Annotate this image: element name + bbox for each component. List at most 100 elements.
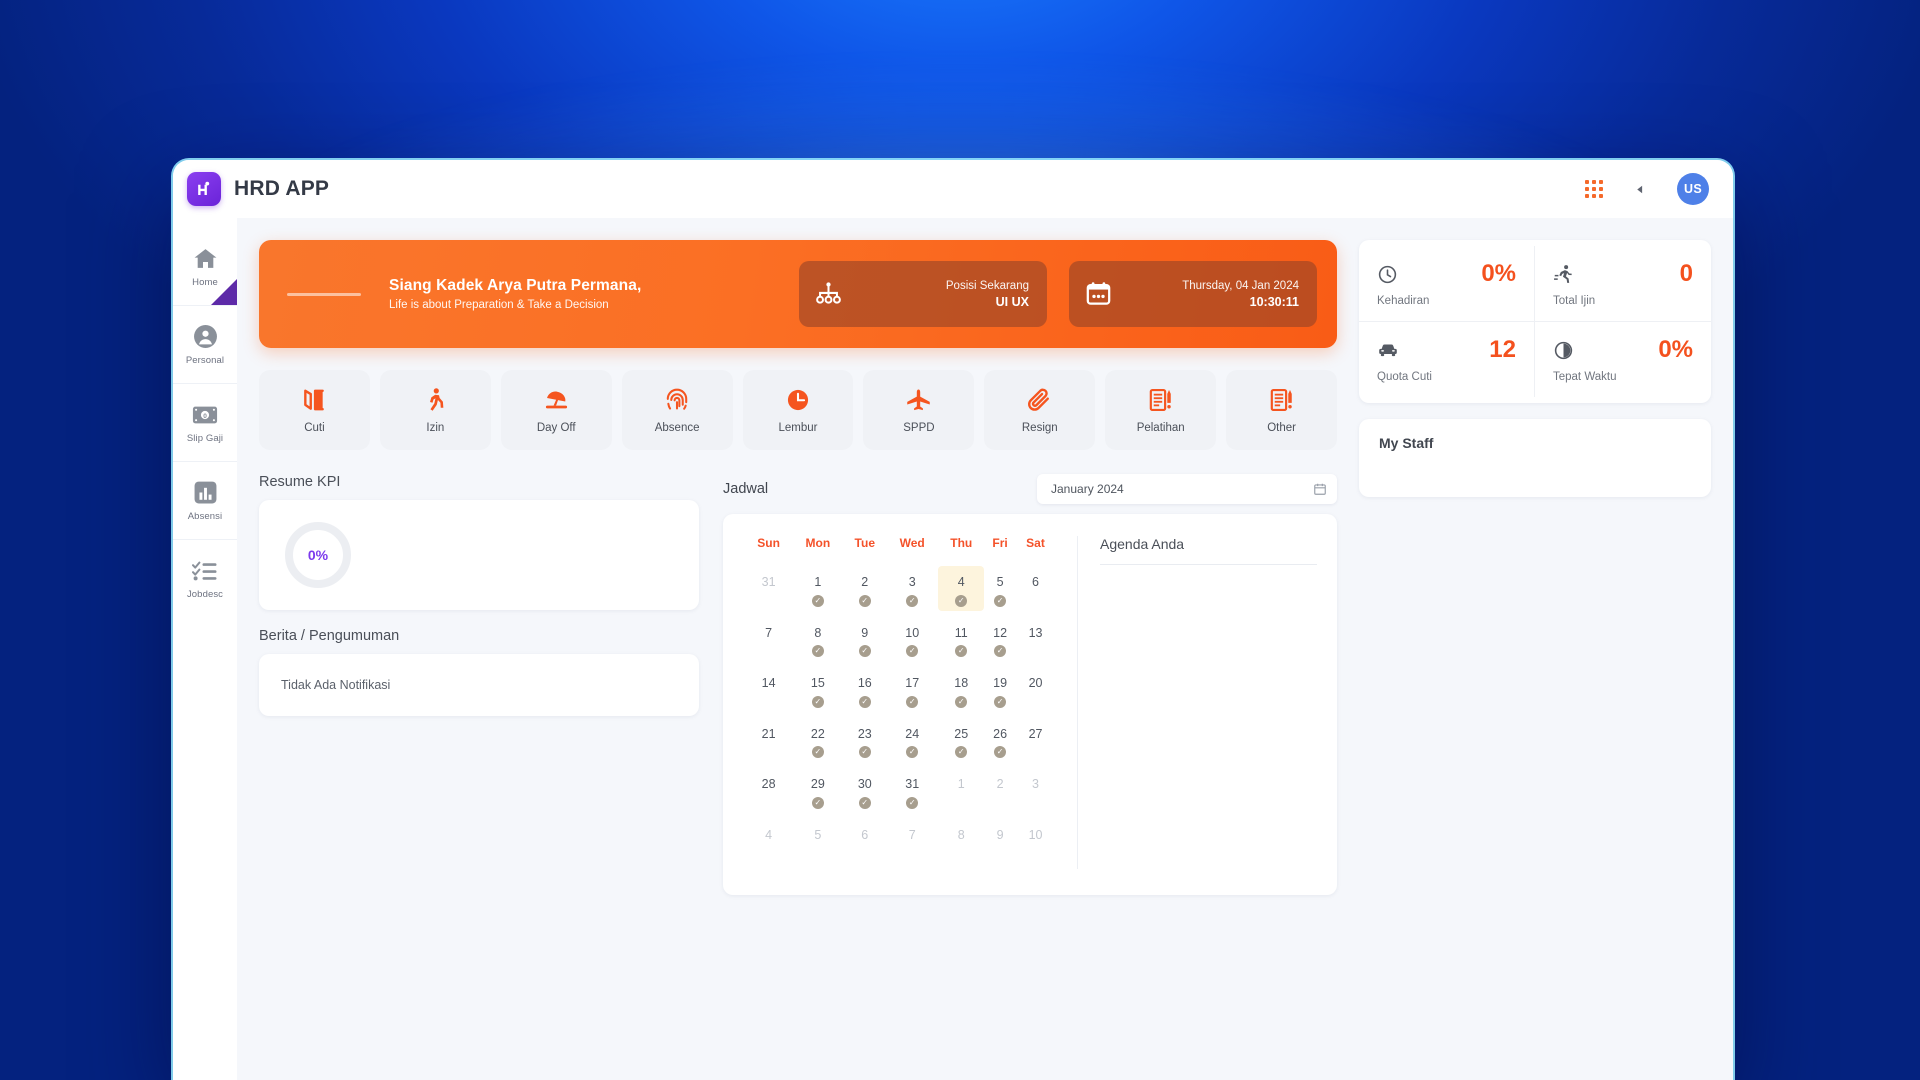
calendar-day-cell[interactable]: 14✓ [745, 667, 792, 718]
action-day-off[interactable]: Day Off [500, 370, 612, 450]
calendar-day-cell[interactable]: 5✓ [792, 819, 843, 870]
calendar-week-row: 14✓ 15 ✓ 16 ✓ 17 ✓ 18 ✓ 19 ✓ 20✓ [745, 667, 1055, 718]
calendar-day-cell[interactable]: 10✓ [1016, 819, 1055, 870]
action-cuti[interactable]: Cuti [259, 370, 370, 450]
sidebar-item-label: Absensi [187, 510, 223, 522]
calendar-day-number: 9 [996, 827, 1004, 842]
calendar-day-cell[interactable]: 12 ✓ [984, 617, 1016, 668]
calendar-day-cell[interactable]: 8✓ [938, 819, 984, 870]
calendar-day-number: 6 [861, 827, 869, 842]
calendar-day-cell[interactable]: 25 ✓ [938, 718, 984, 769]
calendar-day-number: 3 [908, 575, 916, 589]
calendar-day-cell[interactable]: 24 ✓ [886, 718, 938, 769]
calendar-day-cell[interactable]: 22 ✓ [792, 718, 843, 769]
calendar-day-cell[interactable]: 2✓ [844, 566, 887, 617]
calendar-day-cell[interactable]: 23 ✓ [844, 718, 887, 769]
action-other[interactable]: Other [1226, 370, 1338, 450]
calendar-day-cell[interactable]: 6✓ [1016, 566, 1055, 617]
calendar-day-cell[interactable]: 31 ✓ [886, 768, 938, 819]
calendar-day-cell[interactable]: 15 ✓ [792, 667, 843, 718]
calendar-day-number: 15 [810, 676, 825, 690]
avatar[interactable]: US [1677, 173, 1709, 205]
quick-actions: Cuti Izin Day Off Absence Lembur SPPD Re… [259, 370, 1338, 450]
calendar-card: SunMonTueWedThuFriSat 31✓1✓2✓3✓4✓5✓6✓7✓8… [723, 514, 1337, 895]
calendar-day-cell[interactable]: 13✓ [1016, 617, 1055, 668]
sidebar-item-absensi[interactable]: Absensi [173, 462, 237, 540]
calendar-day-cell[interactable]: 7✓ [745, 617, 792, 668]
chevron-left-icon[interactable] [1629, 178, 1651, 200]
calendar-day-cell[interactable]: 29 ✓ [792, 768, 843, 819]
calendar-day-cell[interactable]: 11 ✓ [938, 617, 984, 668]
calendar-day-cell[interactable]: 19 ✓ [984, 667, 1016, 718]
calendar-day-number: 31 [905, 777, 920, 791]
running-person-icon [1553, 263, 1575, 285]
calendar-day-cell[interactable]: 1✓ [938, 768, 984, 819]
calendar-day-cell[interactable]: 9✓ [984, 819, 1016, 870]
calendar-day-number: 14 [761, 676, 776, 690]
sidebar-item-personal[interactable]: Personal [173, 306, 237, 384]
position-card[interactable]: Posisi Sekarang UI UX [799, 261, 1047, 327]
calendar-day-cell[interactable]: 4✓ [745, 819, 792, 870]
action-lembur[interactable]: Lembur [742, 370, 854, 450]
datetime-card[interactable]: Thursday, 04 Jan 2024 10:30:11 [1069, 261, 1317, 327]
calendar-day-number: 8 [957, 827, 965, 842]
checklist-icon [192, 558, 218, 584]
calendar-day-cell[interactable]: 7✓ [886, 819, 938, 870]
stat-value: 0% [1658, 336, 1693, 363]
sidebar-item-home[interactable]: Home [173, 228, 237, 306]
money-bill-icon: 0 [192, 402, 218, 428]
my-staff-title: My Staff [1379, 435, 1434, 451]
calendar-day-cell[interactable]: 17 ✓ [886, 667, 938, 718]
calendar-day-cell[interactable]: 20✓ [1016, 667, 1055, 718]
calendar-day-cell[interactable]: 5✓ [984, 566, 1016, 617]
action-pelatihan[interactable]: Pelatihan [1105, 370, 1217, 450]
calendar-day-cell[interactable]: 18 ✓ [938, 667, 984, 718]
fingerprint-icon [663, 386, 691, 414]
calendar-day-cell[interactable]: 10✓ [886, 617, 938, 668]
calendar-day-cell[interactable]: 31✓ [745, 566, 792, 617]
action-label: Resign [1021, 422, 1058, 434]
calendar-day-cell[interactable]: 27✓ [1016, 718, 1055, 769]
calendar-table: SunMonTueWedThuFriSat 31✓1✓2✓3✓4✓5✓6✓7✓8… [745, 536, 1055, 869]
calendar-check-icon: ✓ [955, 594, 968, 607]
calendar-day-cell[interactable]: 16 ✓ [844, 667, 887, 718]
calendar-day-number: 5 [996, 575, 1004, 589]
apps-grid-icon[interactable] [1585, 180, 1603, 198]
action-sppd[interactable]: SPPD [863, 370, 975, 450]
walking-person-icon [421, 386, 449, 414]
action-resign[interactable]: Resign [984, 370, 1096, 450]
calendar-day-cell[interactable]: 4✓ [938, 566, 985, 617]
app-window: HRD APP US Home Personal 0 Slip Gaji Abs… [173, 160, 1733, 1080]
calendar-day-cell[interactable]: 3✓ [1016, 768, 1055, 819]
calendar-check-icon: ✓ [858, 695, 871, 708]
calendar-day-number: 2 [861, 575, 869, 589]
calendar-day-cell[interactable]: 30 ✓ [844, 768, 887, 819]
calendar-picker-icon[interactable] [1313, 482, 1327, 496]
calendar-weekday: Mon [805, 536, 831, 550]
calendar-day-cell[interactable]: 8✓ [792, 617, 843, 668]
sidebar-item-jobdesc[interactable]: Jobdesc [173, 540, 237, 618]
calendar-day-number: 18 [954, 676, 969, 690]
kpi-section-title: Resume KPI [259, 474, 341, 490]
schedule-title: Jadwal [723, 481, 769, 497]
calendar-day-cell[interactable]: 6✓ [844, 819, 887, 870]
calendar-day-cell[interactable]: 28✓ [745, 768, 792, 819]
calendar-check-icon: ✓ [906, 796, 919, 809]
car-icon [1377, 339, 1399, 361]
calendar-day-cell[interactable]: 1✓ [792, 566, 843, 617]
action-izin[interactable]: Izin [379, 370, 491, 450]
sidebar-item-slip-gaji[interactable]: 0 Slip Gaji [173, 384, 237, 462]
calendar-day-cell[interactable]: 21✓ [745, 718, 792, 769]
brand[interactable]: HRD APP [187, 172, 329, 206]
calendar-day-number: 9 [861, 625, 869, 640]
stat-top: 12 [1377, 338, 1516, 362]
calendar-day-cell[interactable]: 3✓ [886, 566, 938, 617]
calendar-day-cell[interactable]: 2✓ [984, 768, 1016, 819]
calendar-day-cell[interactable]: 9✓ [844, 617, 887, 668]
half-moon-clock-icon [1553, 339, 1575, 361]
month-select[interactable]: January 2024 [1037, 474, 1337, 504]
action-absence[interactable]: Absence [621, 370, 733, 450]
calendar-check-icon: ✓ [955, 746, 968, 758]
calendar-day-cell[interactable]: 26 ✓ [984, 718, 1016, 769]
top-bar-actions: US [1585, 173, 1709, 205]
